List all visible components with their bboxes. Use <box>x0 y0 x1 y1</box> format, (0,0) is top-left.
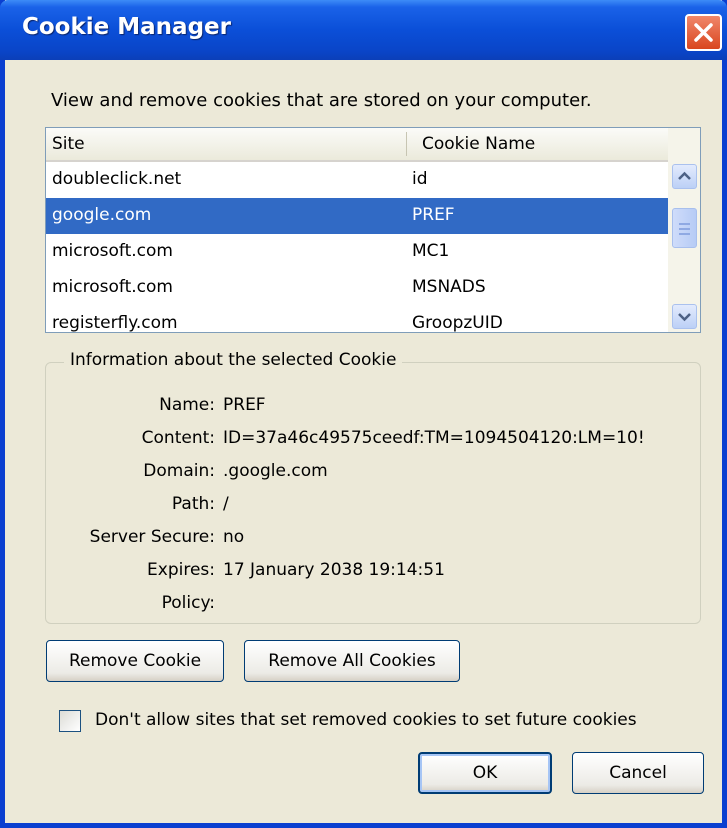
path-value: / <box>223 494 229 514</box>
scroll-down-button[interactable] <box>672 304 697 329</box>
row-cookie-name: PREF <box>412 205 455 225</box>
path-label: Path: <box>171 494 215 514</box>
title-bar[interactable]: Cookie Manager <box>0 0 727 60</box>
row-cookie-name: GroopzUID <box>412 313 503 333</box>
ok-button[interactable]: OK <box>418 752 552 794</box>
row-site: doubleclick.net <box>52 169 182 189</box>
row-cookie-name: MC1 <box>412 241 450 261</box>
close-button[interactable] <box>685 14 722 51</box>
server-secure-value: no <box>223 527 245 547</box>
window-title: Cookie Manager <box>22 14 231 40</box>
server-secure-label: Server Secure: <box>89 527 215 547</box>
row-site: google.com <box>52 205 152 225</box>
domain-value: .google.com <box>223 461 328 481</box>
name-value: PREF <box>223 395 266 415</box>
expires-value: 17 January 2038 19:14:51 <box>223 560 445 580</box>
content-value: ID=37a46c49575ceedf:TM=1094504120:LM=10! <box>223 428 645 448</box>
chevron-up-icon <box>678 171 691 180</box>
scroll-thumb[interactable] <box>672 208 697 248</box>
content-label: Content: <box>141 428 215 448</box>
remove-all-cookies-button[interactable]: Remove All Cookies <box>244 640 460 682</box>
list-row[interactable]: registerfly.com GroopzUID <box>46 306 668 333</box>
list-row[interactable]: doubleclick.net id <box>46 162 668 198</box>
row-site: microsoft.com <box>52 277 173 297</box>
description-text: View and remove cookies that are stored … <box>51 90 592 111</box>
close-icon <box>694 23 713 42</box>
dont-allow-checkbox[interactable] <box>59 710 81 732</box>
grip-line <box>679 223 690 225</box>
remove-cookie-button[interactable]: Remove Cookie <box>46 640 224 682</box>
list-row-selected[interactable]: google.com PREF <box>46 198 668 234</box>
scroll-up-button[interactable] <box>672 164 697 189</box>
list-row[interactable]: microsoft.com MC1 <box>46 234 668 270</box>
grip-line <box>679 228 690 230</box>
row-cookie-name: id <box>412 169 428 189</box>
row-site: registerfly.com <box>52 313 178 333</box>
policy-label: Policy: <box>161 593 215 613</box>
list-row[interactable]: microsoft.com MSNADS <box>46 270 668 306</box>
list-header: Site Cookie Name <box>46 128 668 162</box>
chevron-down-icon <box>678 313 691 322</box>
column-header-site[interactable]: Site <box>52 134 85 154</box>
row-site: microsoft.com <box>52 241 173 261</box>
domain-label: Domain: <box>143 461 215 481</box>
cookie-list[interactable]: Site Cookie Name doubleclick.net id goog… <box>45 127 701 333</box>
expires-label: Expires: <box>147 560 215 580</box>
cookie-manager-dialog: Cookie Manager View and remove cookies t… <box>0 0 727 828</box>
column-separator[interactable] <box>406 132 407 156</box>
column-header-cookie-name[interactable]: Cookie Name <box>422 134 535 154</box>
group-legend: Information about the selected Cookie <box>64 350 403 370</box>
dont-allow-checkbox-label[interactable]: Don't allow sites that set removed cooki… <box>95 710 637 730</box>
cancel-button[interactable]: Cancel <box>572 752 704 794</box>
row-cookie-name: MSNADS <box>412 277 486 297</box>
grip-line <box>679 233 690 235</box>
name-label: Name: <box>159 395 215 415</box>
vertical-scrollbar[interactable] <box>668 128 700 332</box>
